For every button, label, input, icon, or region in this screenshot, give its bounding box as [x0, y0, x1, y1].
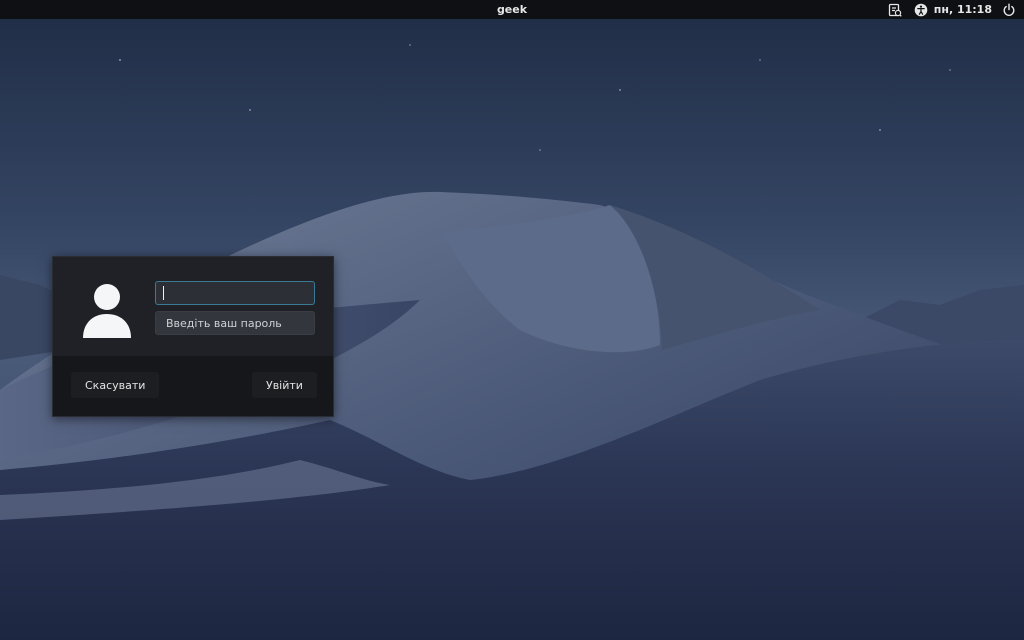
desktop-screen: geek пн, 11:18 Скасувати Увійти — [0, 0, 1024, 640]
username-input[interactable] — [155, 281, 315, 305]
user-avatar-icon — [83, 284, 131, 338]
panel-status-area: пн, 11:18 — [888, 0, 1016, 19]
password-input[interactable] — [155, 311, 315, 335]
login-dialog: Скасувати Увійти — [52, 256, 334, 417]
text-caret — [163, 286, 164, 300]
login-button[interactable]: Увійти — [252, 372, 317, 398]
keyboard-layout-icon[interactable] — [888, 3, 902, 17]
top-panel: geek пн, 11:18 — [0, 0, 1024, 19]
panel-hostname-title: geek — [496, 3, 528, 16]
cancel-button[interactable]: Скасувати — [71, 372, 160, 398]
power-icon[interactable] — [1002, 3, 1016, 17]
panel-clock[interactable]: пн, 11:18 — [934, 0, 992, 19]
accessibility-icon[interactable] — [914, 3, 928, 17]
